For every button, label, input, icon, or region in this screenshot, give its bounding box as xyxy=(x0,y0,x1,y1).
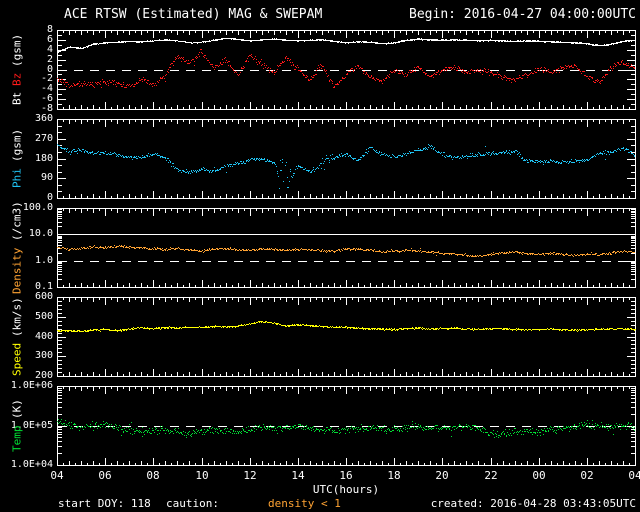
y-axis-title-speed: Speed (km/s) xyxy=(8,297,26,376)
y-axis-title-mag: Bt Bz (gsm) xyxy=(8,30,26,109)
x-tick-label: 08 xyxy=(146,469,160,482)
x-tick-label: 14 xyxy=(291,469,305,482)
x-tick-label: 22 xyxy=(484,469,498,482)
y-axis-title-part: Speed xyxy=(10,342,24,376)
caution-label: caution: xyxy=(166,497,219,510)
x-tick-label: 18 xyxy=(387,469,401,482)
x-axis-title: UTC(hours) xyxy=(312,483,380,496)
y-axis-title-part: Phi xyxy=(10,168,24,188)
plot-canvas xyxy=(0,0,640,512)
x-tick-label: 12 xyxy=(243,469,257,482)
created-timestamp: created: 2016-04-28 03:43:05UTC xyxy=(430,497,636,510)
x-tick-label: 00 xyxy=(532,469,546,482)
y-axis-title-part: (gsm) xyxy=(10,129,24,163)
x-tick-label: 16 xyxy=(339,469,353,482)
x-tick-label: 06 xyxy=(98,469,112,482)
start-doy-label: start DOY: 118 xyxy=(58,497,151,510)
x-tick-label: 04 xyxy=(628,469,640,482)
x-tick-label: 10 xyxy=(195,469,209,482)
y-axis-title-part: (K) xyxy=(10,399,24,420)
plot-title: ACE RTSW (Estimated) MAG & SWEPAM xyxy=(64,7,323,22)
y-axis-title-part: Density xyxy=(10,247,24,294)
x-tick-label: 20 xyxy=(435,469,449,482)
begin-timestamp: Begin: 2016-04-27 04:00:00UTC xyxy=(409,7,636,22)
caution-value: density < 1 xyxy=(268,497,341,510)
y-axis-title-density: Density (/cm3) xyxy=(8,201,26,293)
y-axis-title-part: Bt xyxy=(10,92,24,106)
ace-rtsw-plot: ACE RTSW (Estimated) MAG & SWEPAM Begin:… xyxy=(0,0,640,512)
x-tick-label: 04 xyxy=(50,469,64,482)
y-axis-title-part: (km/s) xyxy=(10,297,24,337)
y-axis-title-phi: Phi (gsm) xyxy=(8,119,26,198)
y-axis-title-part: Bz xyxy=(10,72,24,87)
y-axis-title-part: (/cm3) xyxy=(10,201,24,242)
y-axis-title-part: Temp xyxy=(10,425,24,452)
y-axis-title-part: (gsm) xyxy=(10,33,24,67)
y-axis-title-temp: Temp (K) xyxy=(8,386,26,465)
x-tick-label: 02 xyxy=(580,469,594,482)
